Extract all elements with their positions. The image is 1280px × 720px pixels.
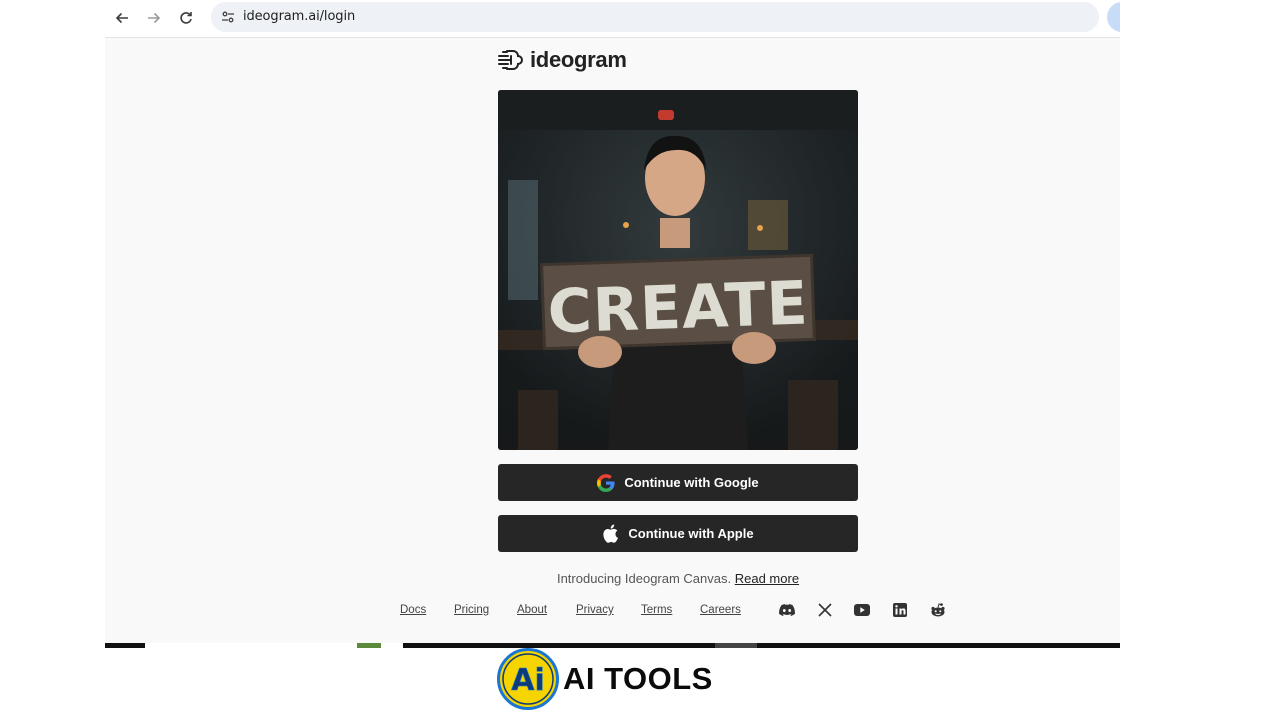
intro-text: Introducing Ideogram Canvas.	[556, 571, 732, 586]
address-bar[interactable]: ideogram.ai/login	[211, 2, 1099, 32]
footer-link-careers[interactable]: Careers	[700, 604, 741, 616]
footer-link-pricing[interactable]: Pricing	[454, 604, 489, 616]
strip-segment	[357, 643, 381, 648]
hero-image: CREATE	[498, 90, 858, 450]
continue-with-apple-button[interactable]: Continue with Apple	[498, 515, 858, 552]
reload-button[interactable]	[173, 5, 199, 31]
footer-link-privacy[interactable]: Privacy	[576, 604, 614, 616]
ideogram-logo[interactable]: ideogram	[498, 46, 627, 74]
google-button-label: Continue with Google	[624, 475, 759, 490]
discord-icon[interactable]	[779, 602, 795, 618]
youtube-icon[interactable]	[854, 602, 870, 618]
url-text[interactable]: ideogram.ai/login	[243, 9, 355, 24]
browser-window: ideogram.ai/login ideogram CREATE Contin…	[105, 0, 1120, 648]
footer-link-terms[interactable]: Terms	[641, 604, 672, 616]
footer-link-about[interactable]: About	[517, 604, 547, 616]
browser-toolbar: ideogram.ai/login	[105, 0, 1120, 38]
footer-link-docs[interactable]: Docs	[400, 604, 426, 616]
apple-icon	[603, 524, 619, 543]
site-settings-icon[interactable]	[219, 8, 237, 26]
ideogram-logo-icon	[498, 50, 523, 70]
reload-icon	[180, 12, 192, 24]
hero-sign-text: CREATE	[547, 268, 810, 347]
ai-tools-watermark: Ai AI TOOLS	[497, 648, 713, 710]
logo-text: ideogram	[530, 47, 627, 72]
apple-button-label: Continue with Apple	[628, 526, 754, 541]
continue-with-google-button[interactable]: Continue with Google	[498, 464, 858, 501]
linkedin-icon[interactable]	[892, 602, 908, 618]
ai-tools-badge-icon: Ai	[497, 648, 559, 710]
read-more-link[interactable]: Read more	[735, 571, 799, 586]
badge-text: Ai	[511, 663, 545, 698]
google-icon	[597, 473, 615, 492]
strip-segment	[715, 643, 757, 648]
profile-avatar[interactable]	[1107, 2, 1120, 32]
forward-icon	[148, 12, 161, 24]
intro-line: Introducing Ideogram Canvas. Read more	[498, 571, 858, 586]
ai-tools-label: AI TOOLS	[563, 661, 713, 696]
reddit-icon[interactable]	[930, 602, 946, 618]
forward-button[interactable]	[141, 5, 167, 31]
back-icon	[115, 12, 128, 24]
back-button[interactable]	[109, 5, 135, 31]
x-icon[interactable]	[817, 602, 833, 618]
